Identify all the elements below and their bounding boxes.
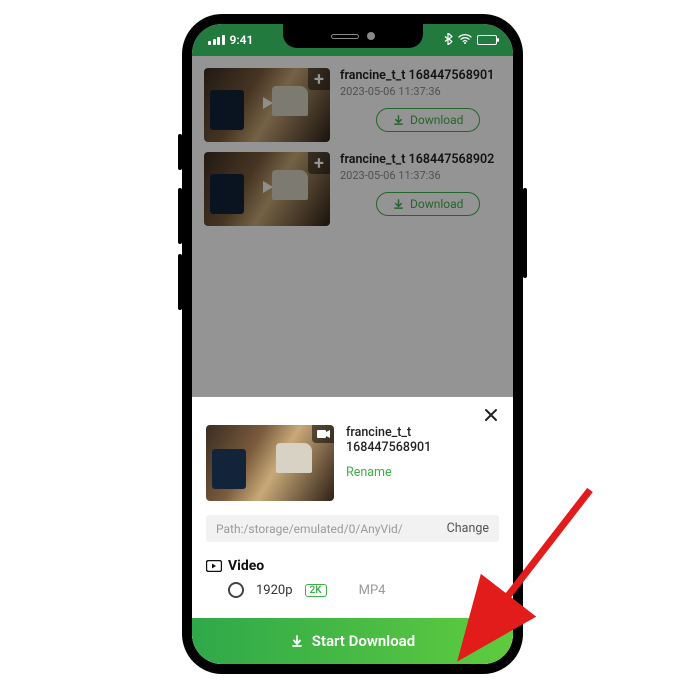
power-button	[523, 188, 527, 278]
download-icon	[290, 634, 304, 648]
start-download-button[interactable]: Start Download	[192, 618, 513, 664]
resolution-label: 1920p	[256, 583, 293, 598]
phone-frame: 9:41 +	[182, 14, 523, 674]
volume-down	[178, 254, 182, 310]
quality-badge: 2K	[305, 584, 327, 597]
path-display: Path:/storage/emulated/0/AnyVid/	[216, 522, 447, 536]
signal-icon	[208, 35, 225, 45]
sheet-title: francine_t_t 168447568901	[346, 425, 499, 455]
video-icon	[206, 560, 222, 572]
resolution-option[interactable]: 1920p 2K MP4	[206, 574, 499, 612]
format-label: MP4	[359, 583, 386, 598]
bluetooth-icon	[444, 33, 453, 48]
wifi-icon	[458, 34, 472, 47]
radio-unchecked-icon	[228, 582, 244, 598]
status-time: 9:41	[230, 33, 254, 47]
screen: 9:41 +	[192, 24, 513, 664]
rename-button[interactable]: Rename	[346, 465, 392, 480]
app-content: + francine_t_t 168447568901 2023-05-06 1…	[192, 56, 513, 664]
video-badge-icon	[312, 425, 334, 443]
volume-up	[178, 188, 182, 244]
battery-icon	[477, 35, 497, 45]
start-download-label: Start Download	[312, 632, 415, 650]
sheet-thumbnail	[206, 425, 334, 501]
change-path-button[interactable]: Change	[447, 521, 489, 536]
notch	[283, 24, 423, 48]
download-sheet: francine_t_t 168447568901 Rename Path:/s…	[192, 397, 513, 664]
mute-switch	[178, 134, 182, 170]
video-section-header: Video	[206, 558, 499, 574]
path-row: Path:/storage/emulated/0/AnyVid/ Change	[206, 515, 499, 542]
close-icon[interactable]	[477, 401, 505, 429]
